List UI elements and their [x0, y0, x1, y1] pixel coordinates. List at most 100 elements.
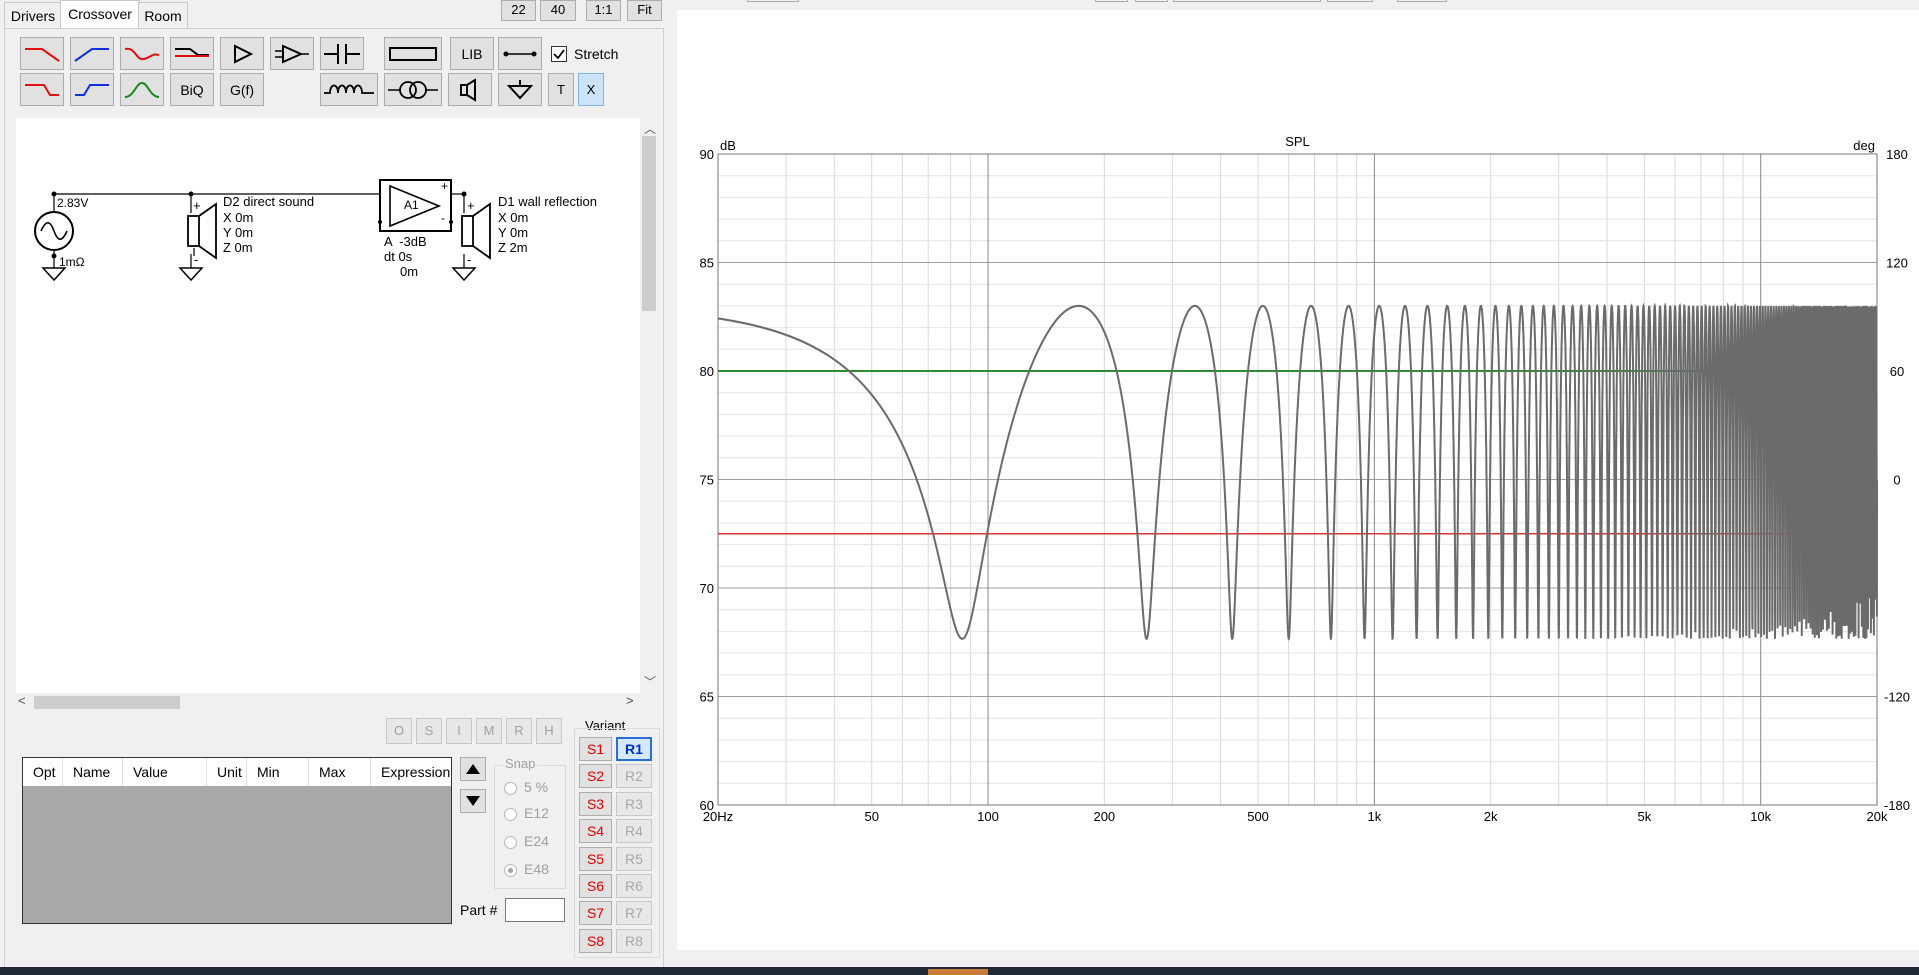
top-control-stub[interactable]	[1397, 0, 1447, 2]
snap-option-label: E48	[524, 861, 549, 877]
vscroll-thumb[interactable]	[642, 136, 656, 311]
schematic-hscrollbar[interactable]: < >	[16, 693, 640, 711]
amplifier-gain: A -3dB	[384, 234, 427, 249]
snap-option-e12[interactable]: E12	[504, 805, 549, 821]
resistor-button[interactable]	[384, 37, 442, 70]
delete-button[interactable]: X	[578, 73, 604, 106]
driver-button[interactable]	[448, 73, 492, 106]
library-button[interactable]: LIB	[450, 37, 494, 70]
schematic-canvas[interactable]: + - + - + - 2.83V 1mΩ D2 direct sound X …	[16, 118, 640, 693]
part-number-input[interactable]	[505, 898, 565, 922]
y2-axis-label: deg	[1853, 138, 1875, 153]
column-expression[interactable]: Expression	[371, 758, 451, 786]
variant-s6-button[interactable]: S6	[579, 874, 612, 898]
variant-r4-button[interactable]: R4	[616, 819, 652, 843]
transfer-function-button[interactable]: G(f)	[220, 73, 264, 106]
snap-option-e48[interactable]: E48	[504, 861, 549, 877]
column-opt[interactable]: Opt	[23, 758, 63, 786]
top-control-stub[interactable]	[1135, 0, 1168, 2]
variant-r8-button[interactable]: R8	[616, 929, 652, 953]
column-min[interactable]: Min	[247, 758, 309, 786]
biquad-button[interactable]: BiQ	[170, 73, 214, 106]
variant-s4-button[interactable]: S4	[579, 819, 612, 843]
snap-option-e24[interactable]: E24	[504, 833, 549, 849]
driver-d1-name[interactable]: D1 wall reflection	[498, 194, 597, 209]
schematic-vscrollbar[interactable]: ︿ ﹀	[640, 118, 658, 693]
shelf-filter-button[interactable]	[170, 37, 214, 70]
spl-chart[interactable]: 90858075706560180120600-120-18020Hz 50 100…	[677, 10, 1919, 950]
speaker-icon	[460, 77, 476, 102]
scroll-left-icon[interactable]: <	[18, 693, 26, 708]
tab-crossover[interactable]: Crossover	[60, 0, 140, 29]
option-s-button[interactable]: S	[416, 718, 442, 744]
hscroll-thumb[interactable]	[34, 696, 180, 709]
top-control-stub[interactable]	[747, 0, 799, 2]
stretch-checkbox[interactable]	[551, 46, 567, 62]
allpass-filter-button[interactable]	[120, 37, 164, 70]
option-h-button[interactable]: H	[536, 718, 562, 744]
lowpass2-filter-button[interactable]	[20, 73, 64, 106]
zoom-fit-button[interactable]: Fit	[627, 0, 662, 21]
column-unit[interactable]: Unit	[207, 758, 247, 786]
move-up-button[interactable]	[460, 757, 486, 781]
text-button[interactable]: T	[548, 73, 574, 106]
driver-d2-name[interactable]: D2 direct sound	[223, 194, 314, 209]
radio-icon	[504, 835, 517, 849]
variant-s5-button[interactable]: S5	[579, 847, 612, 871]
snap-option-5pct[interactable]: 5 %	[504, 779, 548, 795]
highpass-filter-button[interactable]	[70, 37, 114, 70]
variant-r5-button[interactable]: R5	[616, 847, 652, 871]
y-axis-label: dB	[720, 138, 736, 153]
lowpass-filter-button[interactable]	[20, 37, 64, 70]
bandpass-filter-button[interactable]	[120, 73, 164, 106]
move-down-button[interactable]	[460, 789, 486, 813]
x-tick-label: 10k	[1750, 809, 1771, 824]
scroll-down-icon[interactable]: ﹀	[644, 673, 656, 690]
zoom-22-button[interactable]: 22	[501, 0, 536, 21]
variant-r7-button[interactable]: R7	[616, 901, 652, 925]
driver-d1-x: X 0m	[498, 210, 529, 225]
variant-s8-button[interactable]: S8	[579, 929, 612, 953]
lowpass2-icon	[25, 83, 59, 96]
transformer-button[interactable]	[384, 73, 442, 106]
x-tick-label: 100	[977, 809, 999, 824]
top-control-stub[interactable]	[1327, 0, 1373, 2]
option-r-button[interactable]: R	[506, 718, 532, 744]
variant-r2-button[interactable]: R2	[616, 764, 652, 788]
top-control-stub[interactable]	[1095, 0, 1128, 2]
tab-room[interactable]: Room	[138, 2, 188, 29]
variant-r1-button[interactable]: R1	[616, 737, 652, 761]
amplifier-name[interactable]: A1	[404, 198, 419, 212]
option-m-button[interactable]: M	[476, 718, 502, 744]
scroll-right-icon[interactable]: >	[626, 693, 634, 708]
variant-r6-button[interactable]: R6	[616, 874, 652, 898]
ground-button[interactable]	[498, 73, 542, 106]
variant-s3-button[interactable]: S3	[579, 792, 612, 816]
column-value[interactable]: Value	[123, 758, 207, 786]
inductor-button[interactable]	[320, 73, 378, 106]
option-i-button[interactable]: I	[446, 718, 472, 744]
zoom-40-button[interactable]: 40	[540, 0, 576, 21]
option-o-button[interactable]: O	[386, 718, 412, 744]
lowpass-icon	[25, 47, 60, 62]
svg-text:+: +	[467, 198, 475, 213]
opamp-icon	[275, 43, 309, 64]
column-name[interactable]: Name	[63, 758, 123, 786]
variant-s2-button[interactable]: S2	[579, 764, 612, 788]
opamp-button[interactable]	[270, 37, 314, 70]
column-max[interactable]: Max	[309, 758, 371, 786]
scroll-up-icon[interactable]: ︿	[644, 120, 656, 137]
buffer-button[interactable]	[220, 37, 264, 70]
variant-s7-button[interactable]: S7	[579, 901, 612, 925]
snap-option-label: E24	[524, 833, 549, 849]
variant-r3-button[interactable]: R3	[616, 792, 652, 816]
zoom-1to1-button[interactable]: 1:1	[586, 0, 621, 21]
top-control-stub[interactable]	[1173, 0, 1321, 2]
capacitor-button[interactable]	[320, 37, 364, 70]
y2-tick-label: 180	[1886, 147, 1908, 162]
variant-s1-button[interactable]: S1	[579, 737, 612, 761]
highpass2-filter-button[interactable]	[70, 73, 114, 106]
wire-button[interactable]	[498, 37, 542, 70]
tab-drivers[interactable]: Drivers	[4, 2, 62, 29]
parameter-table[interactable]: Opt Name Value Unit Min Max Expression	[22, 757, 452, 924]
